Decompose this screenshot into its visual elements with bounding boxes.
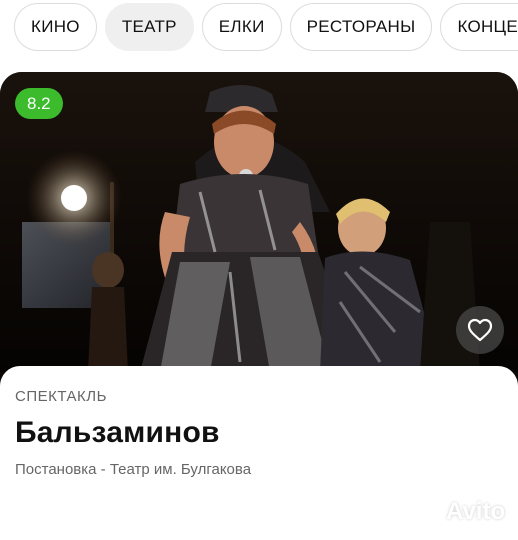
event-card[interactable]: 8.2 СПЕКТАКЛЬ Бальзаминов Постановка - Т… — [0, 72, 518, 540]
avito-logo-icon — [414, 501, 439, 524]
event-title[interactable]: Бальзаминов — [15, 416, 220, 450]
category-chips: КИНО ТЕАТР ЕЛКИ РЕСТОРАНЫ КОНЦЕРТЫ — [14, 3, 518, 51]
heart-icon — [467, 318, 493, 342]
chip-teatr[interactable]: ТЕАТР — [104, 3, 194, 51]
page: КИНО ТЕАТР ЕЛКИ РЕСТОРАНЫ КОНЦЕРТЫ — [0, 0, 518, 540]
event-subtitle: Постановка - Театр им. Булгакова — [15, 461, 252, 478]
event-type: СПЕКТАКЛЬ — [15, 388, 107, 405]
chip-kino[interactable]: КИНО — [14, 3, 97, 51]
avito-watermark: Avito — [412, 498, 505, 526]
event-info: СПЕКТАКЛЬ Бальзаминов Постановка - Театр… — [0, 366, 518, 540]
watermark-text: Avito — [446, 498, 506, 525]
chip-elki[interactable]: ЕЛКИ — [201, 3, 282, 51]
chip-koncerty[interactable]: КОНЦЕРТЫ — [440, 3, 518, 51]
rating-badge: 8.2 — [15, 88, 63, 119]
event-photo — [0, 72, 518, 372]
chip-restorany[interactable]: РЕСТОРАНЫ — [289, 3, 433, 51]
favorite-button[interactable] — [456, 306, 504, 354]
